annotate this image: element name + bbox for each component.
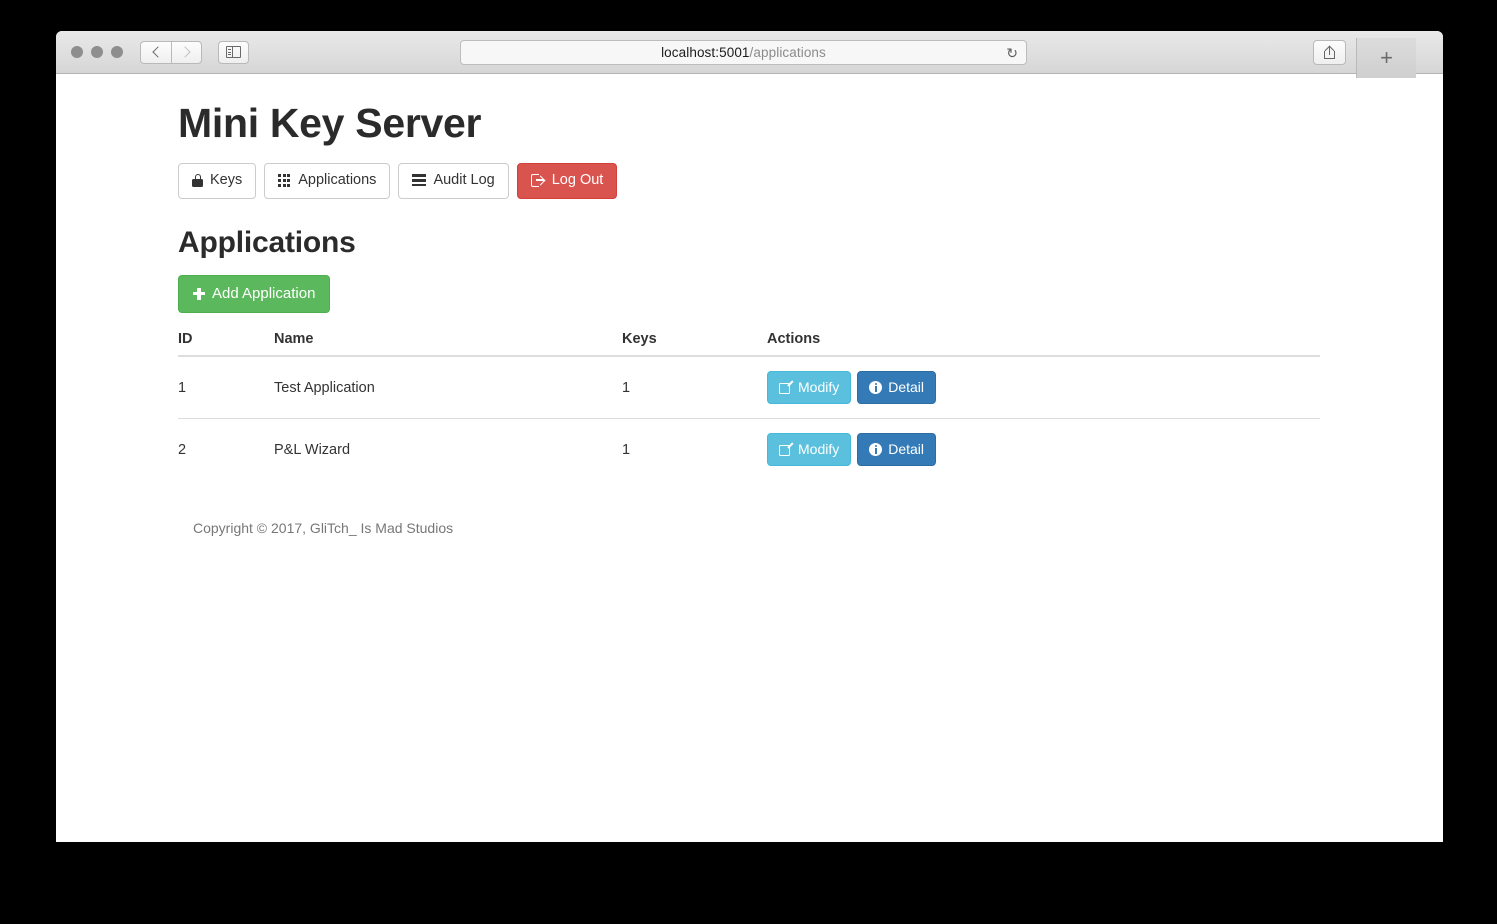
reload-icon[interactable]: ↻	[1006, 46, 1018, 60]
add-application-button[interactable]: Add Application	[178, 275, 331, 314]
applications-table: ID Name Keys Actions 1 Test Application …	[178, 331, 1320, 480]
address-bar[interactable]: localhost:5001/applications ↻	[460, 40, 1027, 65]
column-header-actions: Actions	[767, 331, 1320, 358]
plus-icon	[193, 287, 205, 300]
browser-window: localhost:5001/applications ↻ Mini Key S…	[56, 31, 1443, 842]
list-icon	[412, 174, 427, 187]
window-controls	[71, 46, 123, 58]
navigation-buttons	[140, 40, 249, 64]
signout-icon	[530, 173, 546, 187]
minimize-window-button[interactable]	[91, 46, 103, 58]
info-circle-icon	[869, 442, 883, 456]
page-title: Mini Key Server	[178, 100, 482, 146]
forward-button[interactable]	[171, 40, 202, 64]
nav-button-applications[interactable]: Applications	[264, 163, 391, 199]
nav-button-keys[interactable]: Keys	[178, 163, 257, 199]
url-path: /applications	[749, 45, 826, 60]
column-header-id: ID	[178, 331, 274, 358]
column-header-keys: Keys	[622, 331, 767, 358]
table-row: 1 Test Application 1 Modify Detail	[178, 356, 1320, 420]
pencil-square-icon	[779, 442, 794, 456]
browser-toolbar: localhost:5001/applications ↻	[56, 31, 1443, 74]
cell-keys: 1	[622, 356, 767, 420]
content-container: Mini Key Server Keys Applications Audit …	[178, 100, 1320, 537]
modify-button[interactable]: Modify	[767, 433, 852, 467]
main-navigation: Keys Applications Audit Log Log Out	[178, 163, 1320, 199]
maximize-window-button[interactable]	[111, 46, 123, 58]
add-application-label: Add Application	[212, 285, 316, 303]
modify-label: Modify	[798, 379, 840, 396]
nav-label-keys: Keys	[210, 172, 243, 189]
nav-label-log-out: Log Out	[551, 172, 604, 189]
cell-name: Test Application	[274, 356, 622, 420]
detail-label: Detail	[888, 441, 925, 458]
nav-label-audit-log: Audit Log	[433, 172, 495, 189]
modify-button[interactable]: Modify	[767, 371, 852, 405]
cell-id: 1	[178, 356, 274, 420]
url-text: localhost:5001/applications	[661, 45, 826, 60]
pencil-square-icon	[779, 380, 794, 394]
grid-icon	[278, 174, 291, 187]
detail-label: Detail	[888, 379, 925, 396]
chevron-left-icon	[151, 46, 164, 58]
column-header-name: Name	[274, 331, 622, 358]
share-icon	[1324, 45, 1335, 59]
table-row: 2 P&L Wizard 1 Modify Detail	[178, 419, 1320, 481]
info-circle-icon	[869, 380, 883, 394]
sidebar-toggle-button[interactable]	[218, 40, 249, 64]
nav-button-audit-log[interactable]: Audit Log	[398, 163, 509, 199]
nav-label-applications: Applications	[298, 172, 377, 189]
new-tab-button[interactable]: +	[1356, 38, 1416, 78]
table-header-row: ID Name Keys Actions	[178, 331, 1320, 358]
detail-button[interactable]: Detail	[857, 371, 937, 405]
chevron-right-icon	[179, 46, 191, 58]
modify-label: Modify	[798, 441, 840, 458]
cell-keys: 1	[622, 441, 631, 458]
detail-button[interactable]: Detail	[857, 433, 937, 467]
nav-button-log-out[interactable]: Log Out	[516, 163, 618, 199]
url-host: localhost:5001	[661, 45, 750, 60]
sidebar-toggle-icon	[226, 46, 241, 58]
cell-name: P&L Wizard	[274, 441, 351, 458]
lock-icon	[192, 173, 203, 187]
page-content: Mini Key Server Keys Applications Audit …	[56, 75, 1443, 842]
share-button[interactable]	[1313, 40, 1346, 65]
cell-actions: Modify Detail	[767, 356, 1320, 420]
back-button[interactable]	[140, 40, 171, 64]
cell-id: 2	[178, 441, 187, 458]
add-application-row: Add Application	[178, 275, 1320, 314]
close-window-button[interactable]	[71, 46, 83, 58]
footer-copyright: Copyright © 2017, GliTch_ Is Mad Studios	[193, 520, 454, 537]
cell-actions: Modify Detail	[767, 419, 1320, 481]
section-heading: Applications	[178, 225, 356, 259]
